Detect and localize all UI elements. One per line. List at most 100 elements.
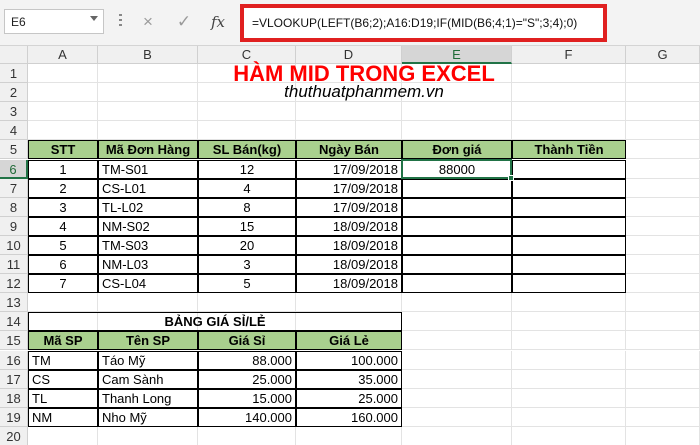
table-cell[interactable]: NM-L03 (98, 255, 198, 275)
table-cell[interactable]: 17/09/2018 (296, 159, 402, 179)
cell[interactable] (402, 331, 512, 351)
chevron-down-icon[interactable] (90, 16, 98, 21)
table-cell[interactable] (402, 216, 512, 236)
cell[interactable] (512, 350, 626, 370)
cell[interactable] (512, 293, 626, 313)
row-header-15[interactable]: 15 (0, 331, 28, 351)
table-cell[interactable] (512, 159, 626, 179)
row-header-1[interactable]: 1 (0, 64, 28, 84)
price-table-cell[interactable]: 88.000 (198, 350, 296, 370)
price-table-header[interactable]: Mã SP (28, 331, 98, 351)
cell[interactable] (626, 293, 700, 313)
row-header-9[interactable]: 9 (0, 216, 28, 236)
column-header-b[interactable]: B (98, 46, 198, 64)
table-cell[interactable]: 15 (198, 216, 296, 236)
price-table-cell[interactable]: CS (28, 369, 98, 389)
row-header-4[interactable]: 4 (0, 121, 28, 141)
cell[interactable] (512, 407, 626, 427)
price-table-cell[interactable]: 100.000 (296, 350, 402, 370)
row-header-18[interactable]: 18 (0, 388, 28, 408)
price-table-cell[interactable]: NM (28, 407, 98, 427)
price-table-cell[interactable]: TL (28, 388, 98, 408)
table-header[interactable]: Thành Tiền (512, 140, 626, 160)
row-header-10[interactable]: 10 (0, 235, 28, 255)
price-table-cell[interactable]: 25.000 (198, 369, 296, 389)
price-table-header[interactable]: Giá Lẻ (296, 331, 402, 351)
cell[interactable] (98, 426, 198, 445)
sheet-title[interactable]: HÀM MID TRONG EXCEL (28, 62, 700, 85)
cell[interactable] (296, 121, 402, 141)
cell[interactable] (626, 216, 700, 236)
table-header[interactable]: STT (28, 140, 98, 160)
cell[interactable] (402, 121, 512, 141)
price-table-cell[interactable]: 15.000 (198, 388, 296, 408)
cell[interactable] (402, 102, 512, 122)
price-table-header[interactable]: Giá Sỉ (198, 331, 296, 351)
cell[interactable] (626, 369, 700, 389)
table-cell[interactable]: 4 (198, 178, 296, 198)
row-header-16[interactable]: 16 (0, 350, 28, 370)
cell[interactable] (512, 426, 626, 445)
select-all-corner[interactable] (0, 46, 28, 64)
formula-input[interactable]: =VLOOKUP(LEFT(B6;2);A16:D19;IF(MID(B6;4;… (240, 4, 607, 42)
row-header-20[interactable]: 20 (0, 426, 28, 445)
price-table-cell[interactable]: Nho Mỹ (98, 407, 198, 427)
cell[interactable] (512, 369, 626, 389)
cell[interactable] (402, 350, 512, 370)
price-table-cell[interactable]: 140.000 (198, 407, 296, 427)
price-table-cell[interactable]: TM (28, 350, 98, 370)
insert-function-icon[interactable]: fx (206, 10, 230, 34)
table-cell[interactable]: 5 (198, 274, 296, 294)
row-header-14[interactable]: 14 (0, 312, 28, 332)
cell[interactable] (296, 293, 402, 313)
table-cell[interactable]: 18/09/2018 (296, 274, 402, 294)
fill-handle[interactable] (508, 174, 514, 181)
price-table-header[interactable]: Tên SP (98, 331, 198, 351)
table-cell[interactable]: 17/09/2018 (296, 197, 402, 217)
table-cell[interactable]: TM-S01 (98, 159, 198, 179)
column-header-f[interactable]: F (512, 46, 626, 64)
price-table-cell[interactable]: Táo Mỹ (98, 350, 198, 370)
cancel-icon[interactable]: × (136, 10, 160, 34)
cell[interactable] (626, 159, 700, 179)
cell[interactable] (626, 350, 700, 370)
row-header-13[interactable]: 13 (0, 293, 28, 313)
table-cell[interactable]: 3 (28, 197, 98, 217)
row-header-7[interactable]: 7 (0, 178, 28, 198)
price-table-cell[interactable]: Cam Sành (98, 369, 198, 389)
row-header-11[interactable]: 11 (0, 255, 28, 275)
cell[interactable] (402, 388, 512, 408)
cell[interactable] (198, 102, 296, 122)
column-header-g[interactable]: G (626, 46, 700, 64)
cell[interactable] (512, 312, 626, 332)
row-header-17[interactable]: 17 (0, 369, 28, 389)
cell[interactable] (626, 197, 700, 217)
table-cell[interactable] (402, 255, 512, 275)
cell[interactable] (402, 293, 512, 313)
table-cell[interactable]: 17/09/2018 (296, 178, 402, 198)
table-cell[interactable]: 18/09/2018 (296, 216, 402, 236)
cell[interactable] (512, 388, 626, 408)
row-header-8[interactable]: 8 (0, 197, 28, 217)
table-cell[interactable]: 88000 (402, 159, 512, 179)
cell[interactable] (28, 426, 98, 445)
table-cell[interactable] (402, 274, 512, 294)
table-cell[interactable]: TL-L02 (98, 197, 198, 217)
row-header-5[interactable]: 5 (0, 140, 28, 160)
table-cell[interactable]: 5 (28, 235, 98, 255)
cell[interactable] (296, 102, 402, 122)
cell[interactable] (626, 140, 700, 160)
cell[interactable] (626, 407, 700, 427)
row-header-3[interactable]: 3 (0, 102, 28, 122)
cell[interactable] (402, 369, 512, 389)
cell[interactable] (296, 426, 402, 445)
cell[interactable] (198, 293, 296, 313)
column-header-a[interactable]: A (28, 46, 98, 64)
table-cell[interactable]: 12 (198, 159, 296, 179)
cell[interactable] (98, 121, 198, 141)
table-cell[interactable]: 3 (198, 255, 296, 275)
cell[interactable] (28, 102, 98, 122)
table-cell[interactable] (402, 178, 512, 198)
price-table-cell[interactable]: 160.000 (296, 407, 402, 427)
price-table-cell[interactable]: Thanh Long (98, 388, 198, 408)
